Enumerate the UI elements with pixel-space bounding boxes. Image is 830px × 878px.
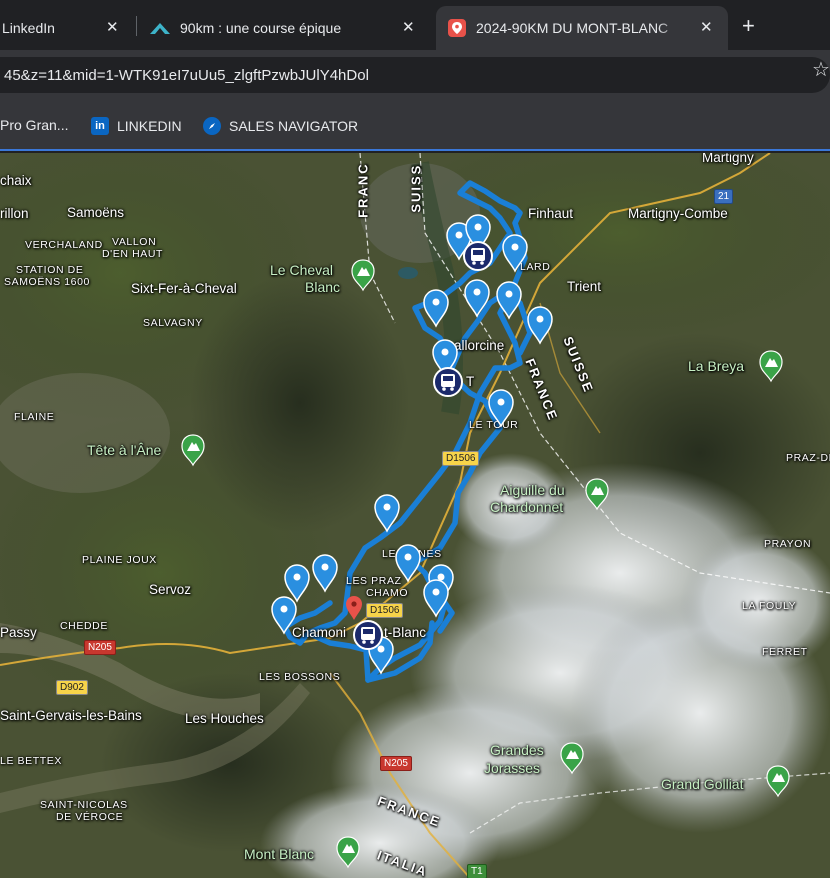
bookmark-label: LINKEDIN <box>117 118 182 134</box>
route-map-pin[interactable] <box>502 234 528 273</box>
address-bar: 45&z=11&mid=1-WTK91eI7uUu5_zlgftPzwbJUlY… <box>0 50 830 100</box>
bookmark-pro-gran[interactable]: Pro Gran... <box>0 117 68 133</box>
bookmark-label: SALES NAVIGATOR <box>229 118 359 134</box>
route-map-pin[interactable] <box>488 389 514 428</box>
tab-title: LinkedIn <box>2 20 55 36</box>
bus-stop-marker[interactable] <box>463 241 493 271</box>
star-bookmark-icon[interactable]: ☆ <box>812 57 830 82</box>
tab-90km[interactable]: 90km : une course épique ✕ <box>144 6 430 50</box>
tab-title: 90km : une course épique <box>180 20 342 36</box>
route-map-pin[interactable] <box>464 279 490 318</box>
close-icon[interactable]: ✕ <box>106 18 119 36</box>
tab-separator <box>136 16 137 36</box>
new-tab-icon[interactable]: + <box>742 13 755 39</box>
mountain-logo-icon <box>150 21 170 35</box>
route-map-pin[interactable] <box>312 554 338 593</box>
route-map-pin[interactable] <box>496 281 522 320</box>
route-map-pin[interactable] <box>395 544 421 583</box>
tab-title: 2024-90KM DU MONT-BLANC <box>476 20 669 36</box>
linkedin-icon: in <box>91 117 109 135</box>
route-map-pin[interactable] <box>284 564 310 603</box>
route-map-pin[interactable] <box>423 579 449 618</box>
bookmark-label: Pro Gran... <box>0 117 69 133</box>
selected-location-pin[interactable] <box>346 596 362 620</box>
route-map-pin[interactable] <box>423 289 449 328</box>
close-icon[interactable]: ✕ <box>700 18 713 36</box>
compass-icon <box>203 117 221 135</box>
tab-linkedin[interactable]: LinkedIn ✕ <box>0 6 134 50</box>
map-canvas[interactable]: Martigny chaix rillon Samoëns Finhaut Ma… <box>0 153 830 878</box>
tab-bar: LinkedIn ✕ 90km : une course épique ✕ 20… <box>0 0 830 50</box>
route-markers <box>271 214 553 675</box>
route-map-pin[interactable] <box>271 596 297 635</box>
tab-mont-blanc-map[interactable]: 2024-90KM DU MONT-BLANC ✕ <box>436 6 728 50</box>
bus-stop-marker[interactable] <box>353 620 383 650</box>
close-icon[interactable]: ✕ <box>402 18 415 36</box>
route-map-pin[interactable] <box>527 306 553 345</box>
map-pin-icon <box>448 19 466 37</box>
omnibox[interactable]: 45&z=11&mid=1-WTK91eI7uUu5_zlgftPzwbJUlY… <box>0 57 830 93</box>
url-text[interactable]: 45&z=11&mid=1-WTK91eI7uUu5_zlgftPzwbJUlY… <box>4 67 369 84</box>
bookmark-sales-navigator[interactable]: SALES NAVIGATOR <box>203 117 358 135</box>
route-map-pin[interactable] <box>374 494 400 533</box>
bookmarks-bar: Pro Gran... in LINKEDIN SALES NAVIGATOR <box>0 100 830 151</box>
bookmark-linkedin[interactable]: in LINKEDIN <box>91 117 182 135</box>
bus-stop-marker[interactable] <box>433 367 463 397</box>
